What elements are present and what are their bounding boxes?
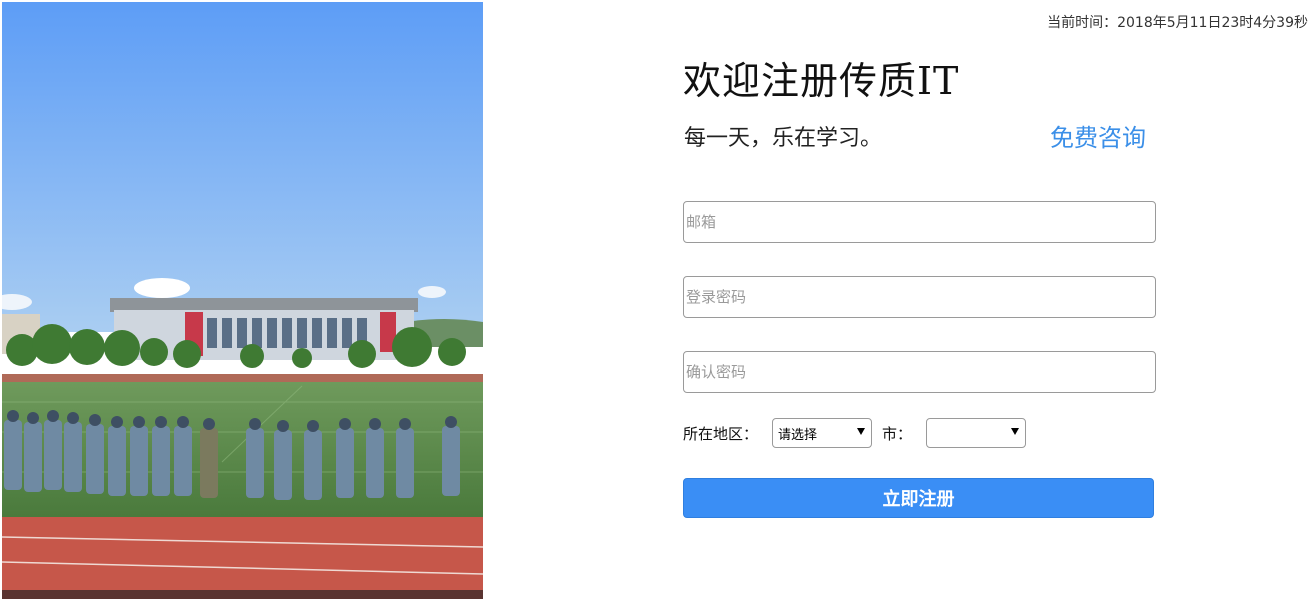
current-time: 当前时间：2018年5月11日23时4分39秒	[1047, 15, 1308, 31]
campus-photo	[2, 2, 483, 599]
slogan: 每一天，乐在学习。	[684, 126, 883, 151]
password-input[interactable]	[683, 276, 1156, 318]
page-title: 欢迎注册传质IT	[683, 59, 960, 103]
city-label: 市：	[882, 424, 913, 443]
free-consult-link[interactable]: 免费咨询	[1050, 118, 1146, 153]
dropdown-arrow-icon	[1011, 428, 1020, 435]
city-select[interactable]	[926, 418, 1027, 448]
province-selected-value: 请选择	[778, 427, 818, 443]
dropdown-arrow-icon	[857, 428, 866, 435]
region-label: 所在地区：	[683, 424, 759, 443]
confirm-password-input[interactable]	[683, 351, 1156, 393]
email-input[interactable]	[683, 201, 1156, 243]
register-button[interactable]: 立即注册	[683, 478, 1154, 518]
region-row: 所在地区： 请选择 市：	[683, 418, 1027, 448]
province-select[interactable]: 请选择	[772, 418, 873, 448]
registration-page: 当前时间：2018年5月11日23时4分39秒 欢迎注册传质IT 每一天，乐在学…	[0, 0, 1309, 601]
